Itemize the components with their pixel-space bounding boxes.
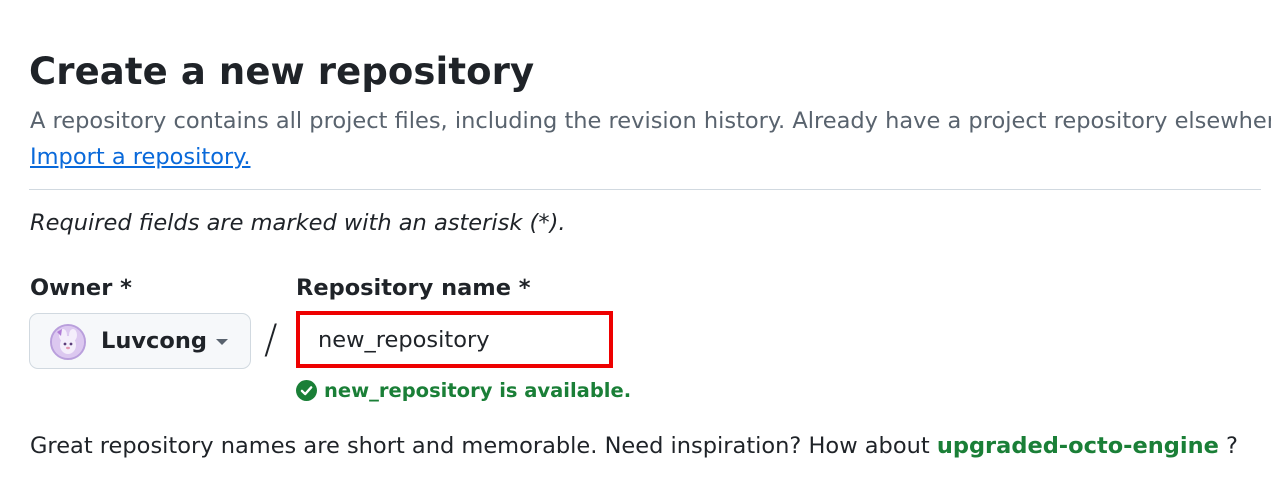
repository-name-input[interactable] — [300, 315, 609, 364]
availability-message: new_repository is available. — [296, 379, 631, 402]
avatar — [50, 324, 86, 360]
availability-text: new_repository is available. — [324, 379, 632, 402]
page-title: Create a new repository — [29, 50, 535, 93]
owner-name: Luvcong — [101, 328, 207, 354]
section-divider — [29, 189, 1261, 190]
suggestion-prefix: Great repository names are short and mem… — [30, 433, 930, 459]
check-circle-icon — [296, 380, 317, 401]
required-fields-note: Required fields are marked with an aster… — [30, 210, 566, 236]
owner-select-button[interactable]: Luvcong — [29, 313, 251, 369]
suggested-name-link[interactable]: upgraded-octo-engine — [937, 433, 1219, 459]
repository-name-label: Repository name * — [296, 275, 531, 301]
import-repository-link[interactable]: Import a repository. — [30, 144, 251, 170]
name-suggestion: Great repository names are short and mem… — [30, 433, 1238, 459]
caret-down-icon — [216, 339, 228, 345]
owner-label: Owner * — [30, 275, 132, 301]
owner-repo-separator: / — [264, 317, 278, 363]
create-repository-page: Create a new repository A repository con… — [0, 0, 1271, 486]
suggestion-suffix: ? — [1218, 433, 1238, 459]
page-subtitle: A repository contains all project files,… — [30, 108, 1271, 134]
repository-name-field-highlight — [296, 311, 613, 368]
user-avatar-icon — [52, 326, 84, 358]
